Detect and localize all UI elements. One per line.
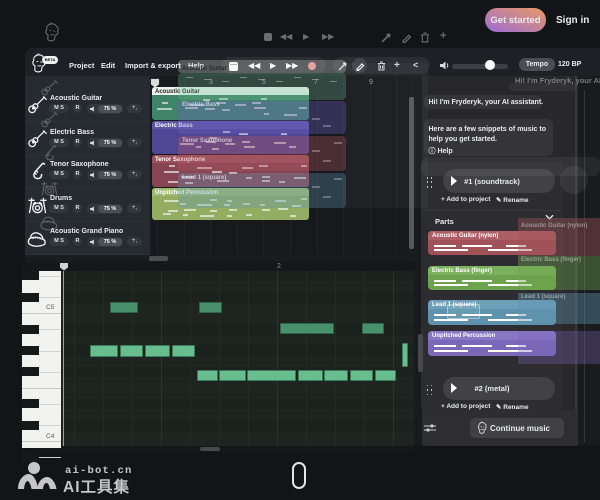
- svg-text:AI工具集: AI工具集: [63, 477, 130, 494]
- svg-text:ai-bot.cn: ai-bot.cn: [65, 465, 133, 477]
